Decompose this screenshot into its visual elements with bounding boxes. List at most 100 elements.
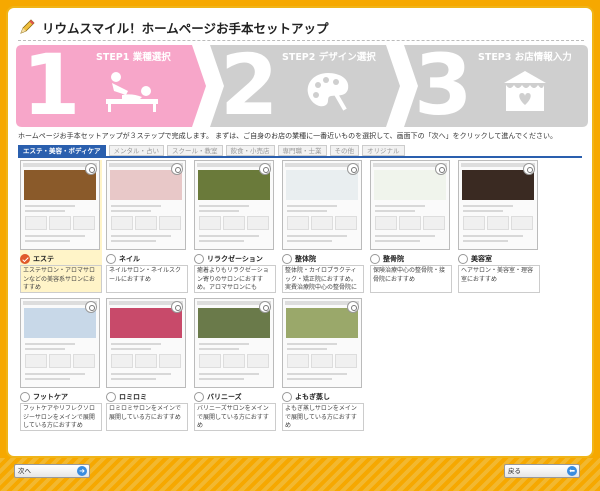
template-name: ネイル	[119, 254, 140, 263]
step-number: 3	[414, 36, 473, 134]
zoom-icon[interactable]	[171, 163, 183, 175]
template-thumbnail[interactable]	[458, 160, 538, 250]
template-description: ヘアサロン・美容室・理容室におすすめ	[458, 265, 540, 293]
shop-icon	[504, 71, 546, 111]
template-radio[interactable]	[194, 253, 204, 264]
thumbnail-hero	[286, 308, 358, 338]
template-thumbnail[interactable]	[106, 160, 186, 250]
template-name: ロミロミ	[119, 392, 147, 401]
zoom-icon[interactable]	[435, 163, 447, 175]
thumbnail-hero	[198, 308, 270, 338]
tab-food-retail[interactable]: 飲食・小売店	[225, 145, 275, 156]
template-name: エステ	[33, 254, 54, 263]
template-thumbnail[interactable]	[194, 298, 274, 388]
step-label: STEP3 お店情報入力	[478, 52, 572, 63]
template-thumbnail[interactable]	[194, 160, 274, 250]
thumbnail-hero	[374, 170, 446, 200]
zoom-icon[interactable]	[85, 301, 97, 313]
tab-school[interactable]: スクール・教室	[167, 145, 223, 156]
zoom-icon[interactable]	[171, 301, 183, 313]
template-thumbnail[interactable]	[370, 160, 450, 250]
zoom-icon[interactable]	[259, 163, 271, 175]
template-radio[interactable]	[282, 391, 292, 402]
thumbnail-hero	[110, 170, 182, 200]
template-radio[interactable]	[194, 391, 204, 402]
back-button-label: 戻る	[508, 467, 521, 475]
template-description: バリニーズサロンをメインで展開している方におすすめ	[194, 403, 276, 431]
thumbnail-hero	[110, 308, 182, 338]
template-card[interactable]: ロミロミロミロミサロンをメインで展開している方におすすめ	[106, 298, 188, 431]
tab-professional[interactable]: 専門職・士業	[277, 145, 327, 156]
template-description: 癒着よりもリラクゼーション寄りのサロンにおすすめ。アロマサロンにも	[194, 265, 276, 293]
template-card[interactable]: フットケアフットケアやリフレクソロジーサロンをメインで展開している方におすすめ	[20, 298, 102, 431]
template-thumbnail[interactable]	[282, 160, 362, 250]
template-description: フットケアやリフレクソロジーサロンをメインで展開している方におすすめ	[20, 403, 102, 431]
next-button-label: 次へ	[18, 467, 31, 475]
template-description: よもぎ蒸しサロンをメインで展開している方におすすめ	[282, 403, 364, 431]
template-name: フットケア	[33, 392, 68, 401]
arrow-left-icon: ⬅	[567, 466, 577, 476]
step-1: 1 STEP1 業種選択	[16, 41, 206, 129]
template-description: 整体院・カイロプラクティック・矯正院におすすめ。実費治療院中心の整骨院にも	[282, 265, 364, 293]
next-button[interactable]: 次へ ➜	[14, 464, 90, 478]
zoom-icon[interactable]	[259, 301, 271, 313]
template-radio[interactable]	[370, 253, 380, 264]
back-button[interactable]: 戻る ⬅	[504, 464, 580, 478]
step-label: STEP2 デザイン選択	[282, 52, 376, 63]
tab-other[interactable]: その他	[329, 145, 360, 156]
template-name: 美容室	[471, 254, 492, 263]
header: リウムスマイル！ホームページお手本セットアップ	[18, 16, 329, 38]
thumbnail-hero	[24, 170, 96, 200]
tab-mental[interactable]: メンタル・占い	[108, 145, 165, 156]
pencil-icon	[20, 19, 35, 34]
template-card[interactable]: バリニーズバリニーズサロンをメインで展開している方におすすめ	[194, 298, 276, 431]
page-title: リウムスマイル！ホームページお手本セットアップ	[42, 20, 329, 36]
template-card[interactable]: リラクゼーション癒着よりもリラクゼーション寄りのサロンにおすすめ。アロマサロンに…	[194, 160, 276, 293]
category-tabs: エステ・美容・ボディケア メンタル・占い スクール・教室 飲食・小売店 専門職・…	[18, 145, 408, 156]
zoom-icon[interactable]	[85, 163, 97, 175]
tab-original[interactable]: オリジナル	[362, 145, 405, 156]
zoom-icon[interactable]	[347, 163, 359, 175]
step-number: 2	[220, 36, 279, 134]
template-card[interactable]: 整体院整体院・カイロプラクティック・矯正院におすすめ。実費治療院中心の整骨院にも	[282, 160, 364, 293]
step-indicator: 1 STEP1 業種選択 2 STEP2 デザイン選択 3 STEP3 お店情報…	[16, 41, 588, 129]
palette-icon	[307, 73, 349, 111]
thumbnail-hero	[286, 170, 358, 200]
template-card[interactable]: 美容室ヘアサロン・美容室・理容室におすすめ	[458, 160, 540, 293]
thumbnail-hero	[462, 170, 534, 200]
intro-text: ホームページお手本セットアップが３ステップで完成します。 まずは、ご自身のお店の…	[18, 132, 558, 140]
template-thumbnail[interactable]	[20, 298, 100, 388]
template-radio[interactable]	[106, 253, 116, 264]
template-name: 整骨院	[383, 254, 404, 263]
template-radio[interactable]	[20, 253, 30, 264]
template-name: リラクゼーション	[207, 254, 263, 263]
template-thumbnail[interactable]	[106, 298, 186, 388]
thumbnail-hero	[198, 170, 270, 200]
template-description: ネイルサロン・ネイルスクールにおすすめ	[106, 265, 188, 293]
step-number: 1	[22, 36, 81, 134]
template-description: ロミロミサロンをメインで展開している方におすすめ	[106, 403, 188, 431]
template-radio[interactable]	[458, 253, 468, 264]
template-card[interactable]: 整骨院保険治療中心の整骨院・接骨院におすすめ	[370, 160, 452, 293]
thumbnail-hero	[24, 308, 96, 338]
template-name: よもぎ蒸し	[295, 392, 330, 401]
template-card[interactable]: ネイルネイルサロン・ネイルスクールにおすすめ	[106, 160, 188, 293]
template-name: バリニーズ	[207, 392, 242, 401]
template-name: 整体院	[295, 254, 316, 263]
step-3: 3 STEP3 お店情報入力	[404, 41, 588, 129]
template-card[interactable]: よもぎ蒸しよもぎ蒸しサロンをメインで展開している方におすすめ	[282, 298, 364, 431]
template-thumbnail[interactable]	[20, 160, 100, 250]
template-radio[interactable]	[106, 391, 116, 402]
tab-esthe[interactable]: エステ・美容・ボディケア	[18, 145, 106, 156]
template-radio[interactable]	[282, 253, 292, 264]
template-thumbnail[interactable]	[282, 298, 362, 388]
setup-panel: リウムスマイル！ホームページお手本セットアップ 1 STEP1 業種選択 2 S…	[6, 6, 594, 458]
header-divider	[18, 40, 584, 41]
tabs-divider	[18, 156, 582, 158]
massage-icon	[106, 72, 158, 112]
zoom-icon[interactable]	[523, 163, 535, 175]
template-card[interactable]: エステ エステサロン・アロマサロンなどの美容系サロンにおすすめ	[20, 160, 102, 293]
template-radio[interactable]	[20, 391, 30, 402]
zoom-icon[interactable]	[347, 301, 359, 313]
template-description: 保険治療中心の整骨院・接骨院におすすめ	[370, 265, 452, 293]
